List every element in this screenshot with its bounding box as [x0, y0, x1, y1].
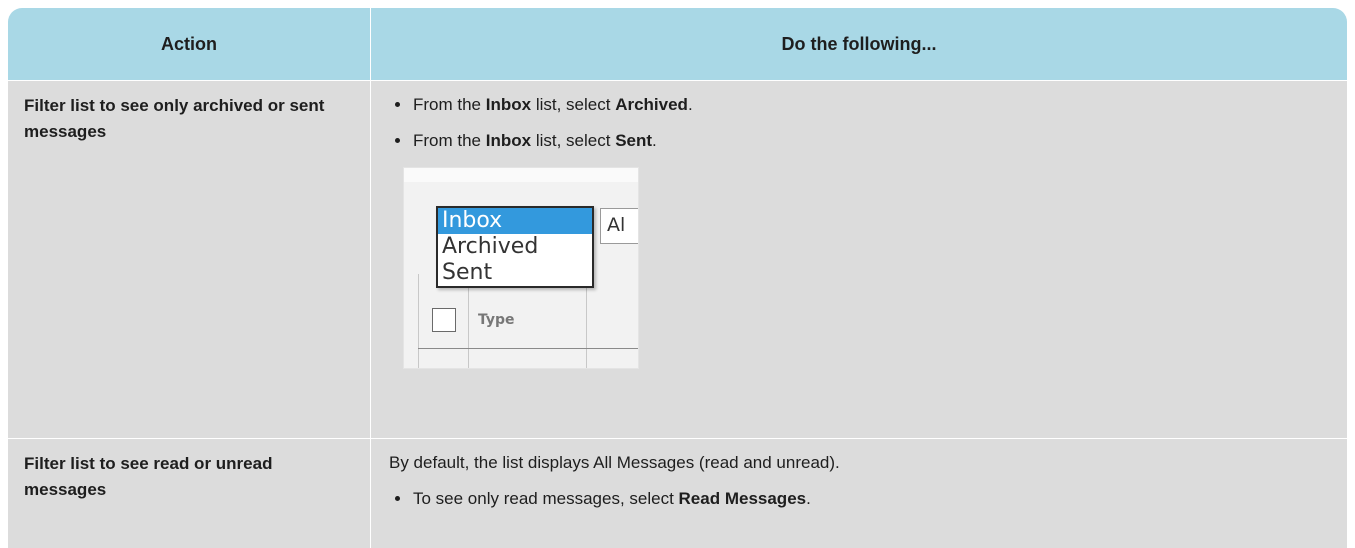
type-column-header: Type	[478, 312, 515, 328]
text: From the	[413, 131, 486, 150]
do-cell: By default, the list displays All Messag…	[371, 439, 1347, 548]
bold-term: Archived	[615, 95, 688, 114]
bold-term: Inbox	[485, 131, 532, 150]
bullet-icon	[395, 496, 400, 501]
table-header-row: Action Do the following...	[8, 8, 1347, 81]
action-cell: Filter list to see read or unread messag…	[8, 439, 371, 548]
text: .	[687, 95, 693, 114]
bold-term: Inbox	[485, 95, 532, 114]
header-action: Action	[8, 8, 371, 80]
bold-term: Read Messages	[678, 489, 807, 508]
instructions-table: Action Do the following... Filter list t…	[8, 8, 1347, 548]
text: .	[652, 131, 657, 150]
action-cell: Filter list to see only archived or sent…	[8, 81, 371, 438]
do-cell: From the Inbox list, select Archived. Fr…	[371, 81, 1347, 438]
list-item: To see only read messages, select Read M…	[389, 487, 1335, 511]
screenshot-topbar	[404, 168, 638, 182]
intro-text: By default, the list displays All Messag…	[389, 453, 840, 472]
all-messages-select: Al	[600, 208, 638, 244]
bullet-icon	[395, 102, 400, 107]
table-row: Filter list to see only archived or sent…	[8, 81, 1347, 439]
grid-line	[418, 274, 419, 368]
dropdown-screenshot: Al Type Inbox Archived Sent	[403, 167, 639, 369]
list-item: From the Inbox list, select Archived.	[389, 93, 1335, 117]
mailbox-dropdown: Inbox Archived Sent	[436, 206, 594, 288]
grid-line	[418, 348, 638, 349]
list-item: From the Inbox list, select Sent.	[389, 129, 1335, 153]
text: .	[806, 489, 811, 508]
dropdown-option-archived: Archived	[442, 234, 539, 259]
text: From the	[413, 95, 486, 114]
grid-line	[468, 274, 469, 368]
dropdown-option-sent: Sent	[442, 260, 493, 285]
instruction-list: From the Inbox list, select Archived. Fr…	[389, 93, 1335, 153]
bold-term: Sent	[615, 131, 653, 150]
text: To see only read messages, select	[413, 489, 679, 508]
text: list, select	[531, 131, 616, 150]
bullet-icon	[395, 138, 400, 143]
instruction-list: To see only read messages, select Read M…	[389, 487, 1335, 511]
select-all-checkbox	[432, 308, 456, 332]
dropdown-option-inbox: Inbox	[438, 208, 592, 234]
table-row: Filter list to see read or unread messag…	[8, 439, 1347, 548]
header-do-the-following: Do the following...	[781, 33, 937, 54]
text: list, select	[531, 95, 616, 114]
grid-line	[586, 274, 587, 368]
